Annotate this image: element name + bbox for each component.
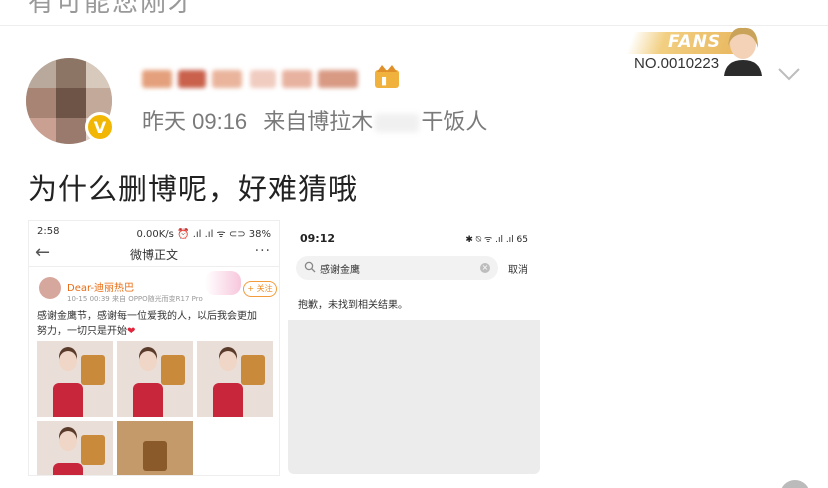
post-timestamp: 昨天 09:16: [142, 109, 248, 134]
member-crown-icon: ▮: [375, 65, 399, 88]
scroll-top-button[interactable]: [780, 480, 810, 488]
nav-title: 微博正文: [129, 248, 178, 262]
inner-post-line1: 感谢金鹰节，感谢每一位爱我的人，以后我会更加: [37, 311, 257, 322]
search-input: 感谢金鹰 ×: [296, 256, 498, 280]
photo-tile: [117, 341, 193, 417]
cancel-button: 取消: [508, 265, 528, 276]
photo-tile: [117, 421, 193, 475]
fans-number: NO.0010223: [634, 55, 720, 72]
post-source-prefix[interactable]: 来自博拉木: [263, 109, 373, 134]
search-query: 感谢金鹰: [320, 265, 360, 276]
follow-button: + 关注: [243, 281, 277, 297]
verified-badge-icon: V: [85, 112, 115, 142]
more-icon: ···: [254, 243, 271, 259]
status-icons: 0.00K/s ⏰ .ıl .ıl ᯤ ⊂⊃ 38%: [136, 229, 271, 240]
heart-icon: ❤: [127, 326, 136, 337]
post-image-right[interactable]: 09:12 ✱ ⍉ ᯤ .ıl .ıl 65 感谢金鹰 × 取消 抱歉，未找到相…: [288, 222, 540, 474]
source-blurred: [375, 114, 420, 133]
inner-time-source: 10-15 00:39 来自 OPPO随光而变R17 Pro: [67, 295, 203, 303]
search-icon: [304, 261, 316, 273]
status-icons: ✱ ⍉ ᯤ .ıl .ıl 65: [465, 235, 528, 245]
no-result-message: 抱歉，未找到相关结果。: [298, 300, 408, 311]
photo-tile: [37, 421, 113, 475]
post-meta: 昨天 09:16 来自博拉木 干饭人: [142, 104, 487, 136]
fans-badge[interactable]: FANS NO.0010223: [624, 26, 774, 76]
post-source-suffix[interactable]: 干饭人: [421, 109, 487, 134]
previous-post-cut: 有可能您刚才: [0, 0, 828, 26]
chevron-down-icon[interactable]: [776, 64, 802, 84]
author-name-blurred[interactable]: [142, 64, 372, 92]
decoration-card: [205, 271, 241, 295]
inner-post-line2: 努力，一切只是开始: [37, 326, 127, 337]
fans-portrait-icon: [724, 27, 762, 76]
svg-text:▮: ▮: [381, 74, 387, 87]
status-time: 09:12: [300, 232, 336, 245]
status-time: 2:58: [37, 226, 60, 237]
status-bar: 2:58 0.00K/s ⏰ .ıl .ıl ᯤ ⊂⊃ 38%: [29, 221, 279, 241]
weibo-nav-bar: ← 微博正文 ···: [29, 241, 279, 267]
empty-area: [288, 320, 540, 474]
inner-username: Dear-迪丽热巴: [67, 283, 135, 294]
inner-avatar: [39, 277, 61, 299]
status-bar: 09:12 ✱ ⍉ ᯤ .ıl .ıl 65: [288, 222, 540, 252]
photo-tile: [197, 341, 273, 417]
clear-icon: ×: [480, 263, 490, 273]
previous-post-text: 有可能您刚才: [28, 0, 197, 18]
fans-label: FANS: [668, 32, 722, 52]
photo-tile: [37, 341, 113, 417]
post-text: 为什么删博呢，好难猜哦: [28, 172, 359, 206]
post-image-left[interactable]: 2:58 0.00K/s ⏰ .ıl .ıl ᯤ ⊂⊃ 38% ← 微博正文 ·…: [28, 220, 280, 476]
inner-post-text: 感谢金鹰节，感谢每一位爱我的人，以后我会更加 努力，一切只是开始❤: [37, 309, 269, 339]
